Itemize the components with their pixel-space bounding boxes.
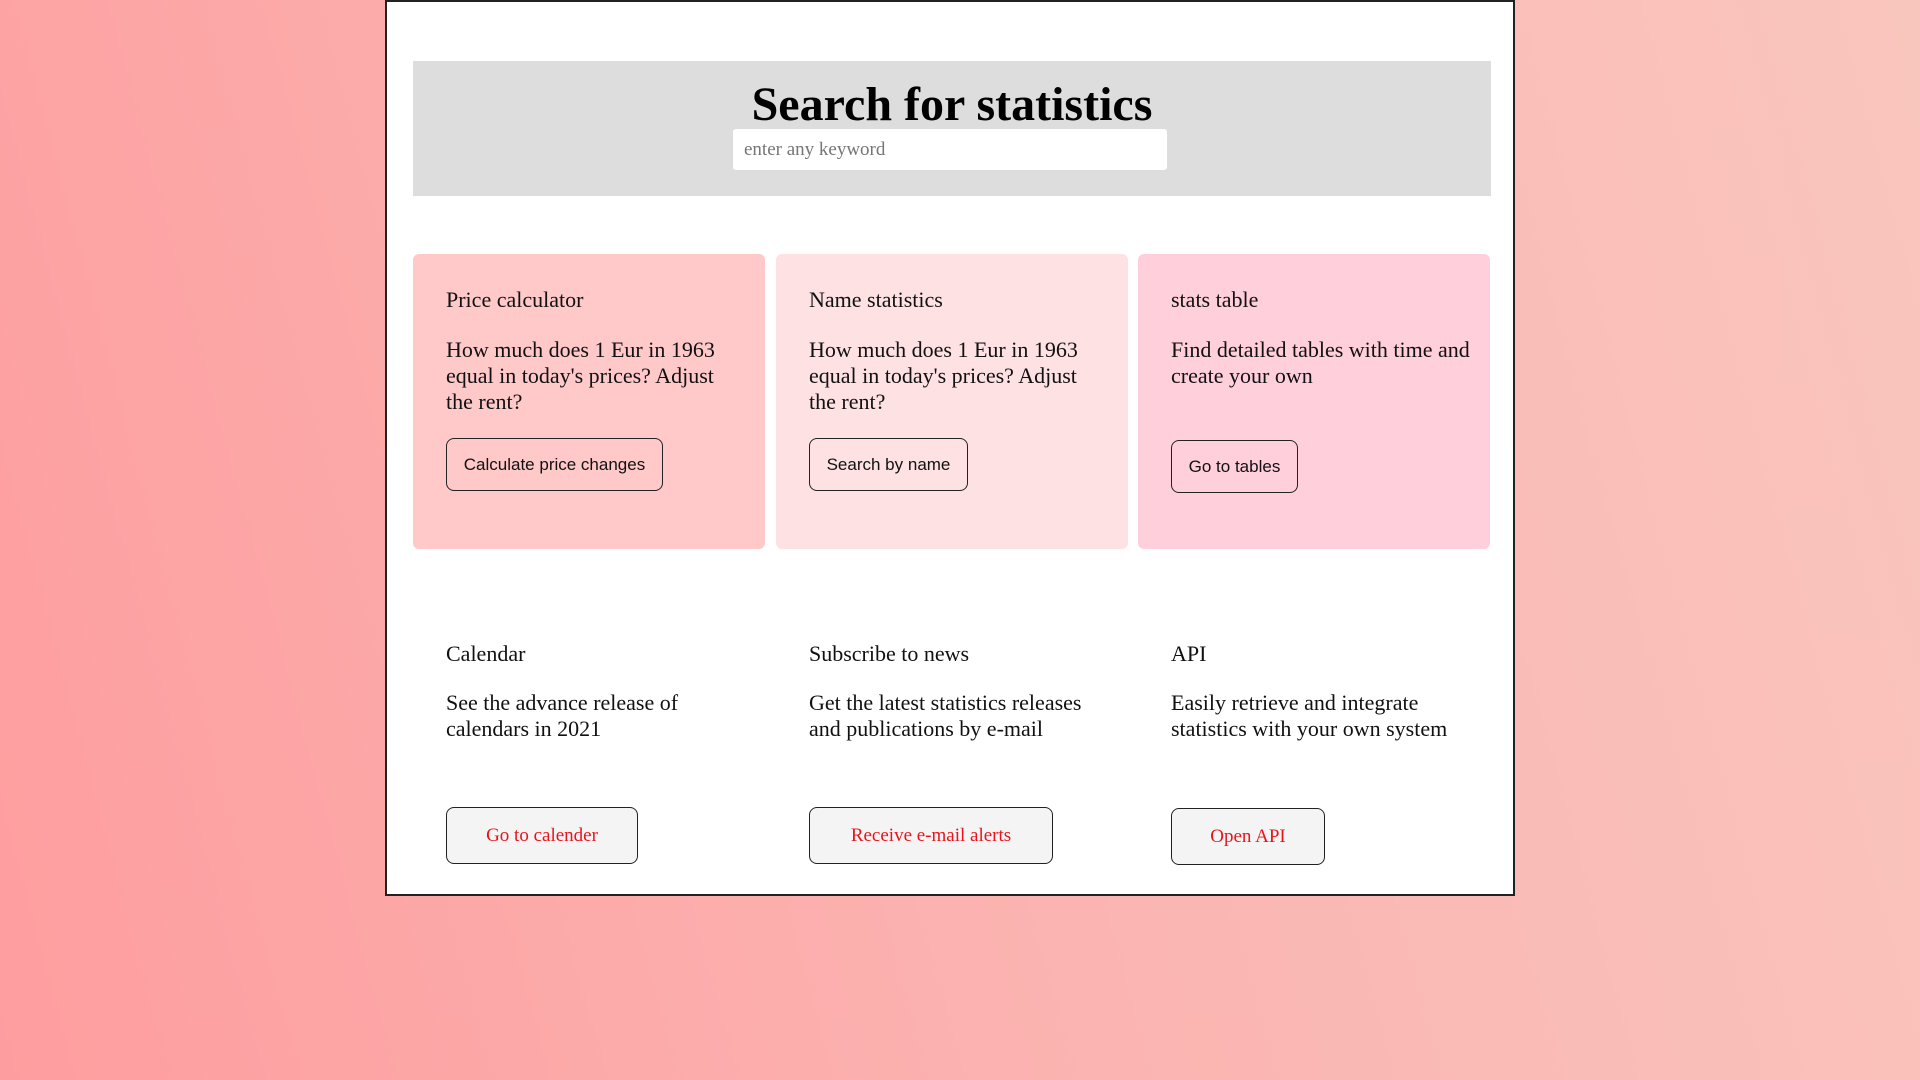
card-price-calculator: Price calculator How much does 1 Eur in … (413, 254, 765, 549)
card-title: Price calculator (446, 287, 584, 312)
feature-title: API (1171, 641, 1207, 666)
feature-title: Subscribe to news (809, 641, 970, 666)
card-description: How much does 1 Eur in 1963 equal in tod… (809, 337, 1078, 414)
feature-calendar: Calendar See the advance release of cale… (413, 607, 765, 877)
feature-description: See the advance release of calendars in … (446, 690, 679, 741)
card-description: How much does 1 Eur in 1963 equal in tod… (446, 337, 715, 414)
search-banner: Search for statistics (413, 61, 1491, 196)
card-title: stats table (1171, 287, 1259, 312)
calculate-price-changes-button[interactable]: Calculate price changes (446, 438, 663, 491)
search-title: Search for statistics (751, 78, 1153, 131)
open-api-button[interactable]: Open API (1171, 808, 1325, 865)
card-title: Name statistics (809, 287, 943, 312)
search-input[interactable] (733, 129, 1167, 170)
feature-title: Calendar (446, 641, 526, 666)
search-by-name-button[interactable]: Search by name (809, 438, 968, 491)
card-description: Find detailed tables with time and creat… (1171, 337, 1470, 388)
card-stats-table: stats table Find detailed tables with ti… (1138, 254, 1490, 549)
feature-description: Easily retrieve and integrate statistics… (1171, 690, 1448, 741)
feature-description: Get the latest statistics releases and p… (809, 690, 1082, 741)
card-name-statistics: Name statistics How much does 1 Eur in 1… (776, 254, 1128, 549)
main-page: Search for statistics Price calculator H… (385, 0, 1515, 896)
go-to-tables-button[interactable]: Go to tables (1171, 440, 1298, 493)
feature-api: API Easily retrieve and integrate statis… (1138, 607, 1490, 877)
feature-subscribe-news: Subscribe to news Get the latest statist… (776, 607, 1128, 877)
email-alerts-button[interactable]: Receive e-mail alerts (809, 807, 1053, 864)
go-to-calendar-button[interactable]: Go to calender (446, 807, 638, 864)
